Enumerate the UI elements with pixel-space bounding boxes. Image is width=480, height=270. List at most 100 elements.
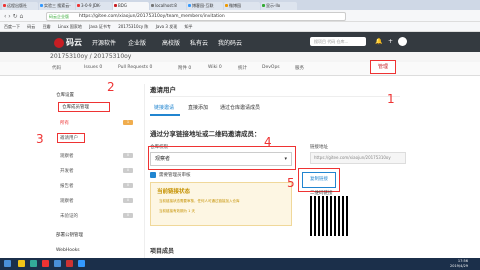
sidebar-item[interactable]: 观察者 xyxy=(60,198,74,204)
tab-favicon-icon xyxy=(40,4,43,7)
site-logo[interactable]: 码云 xyxy=(54,37,82,48)
annotation-label: 3 xyxy=(36,132,44,146)
count-badge: 0 xyxy=(123,168,133,173)
count-badge: 0 xyxy=(123,183,133,188)
link-address-field[interactable]: https://gitee.com/xiaojun/20175310oy xyxy=(310,152,406,164)
bookmark[interactable]: Java 证书专 xyxy=(89,24,111,29)
link-status-title: 当前链接状态 xyxy=(157,189,191,195)
tab-favicon-icon xyxy=(225,4,228,7)
bookmarks-bar: 百度一下 码云 豆瓣 Linux 国家地 Java 证书专 20175310cy… xyxy=(0,22,480,32)
sidebar-item[interactable]: 观察者 xyxy=(60,153,74,159)
link-status-line: 当前链接有效期为 1 天 xyxy=(159,209,195,213)
browser-tab-bar: 远程出版社 实验三 搜索云- 3-0-9 JDK- BDG localhost:… xyxy=(0,0,480,10)
review-checkbox[interactable] xyxy=(150,172,156,178)
nav-my-gitee[interactable]: 我的码云 xyxy=(218,38,242,47)
nav-private-cloud[interactable]: 私有云 xyxy=(190,38,208,47)
link-status-box: 当前链接状态 当前链接状态需要审核，任何人可通过链接加入仓库 当前链接有效期为 … xyxy=(150,182,292,226)
annotation-label: 1 xyxy=(387,92,395,106)
review-checkbox-label: 需要管理员审核 xyxy=(159,173,191,178)
browser-tab[interactable]: 微博园 xyxy=(224,2,260,10)
qr-code-image xyxy=(310,196,350,236)
subnav-manage-button[interactable]: 管理 xyxy=(370,60,396,74)
browser-tab[interactable]: 实验三 搜索云- xyxy=(39,2,75,10)
tab-favicon-icon xyxy=(3,4,6,7)
tab-favicon-icon xyxy=(151,4,154,7)
members-heading: 项目成员 xyxy=(150,248,175,255)
count-badge: 0 xyxy=(123,153,133,158)
sidebar-settings[interactable]: 仓库设置 xyxy=(56,92,74,98)
bookmark[interactable]: 豆瓣 xyxy=(43,24,51,29)
app-icon[interactable] xyxy=(42,260,49,267)
bookmark[interactable]: 知乎 xyxy=(185,24,193,29)
count-badge: 0 xyxy=(123,198,133,203)
folder-icon[interactable] xyxy=(18,260,25,267)
link-status-line: 当前链接状态需要审核，任何人可通过链接加入仓库 xyxy=(159,199,240,203)
copy-link-button[interactable]: 复制链接 xyxy=(302,172,336,188)
browser-tab[interactable]: 显示-Ilo xyxy=(261,2,297,10)
app-icon[interactable] xyxy=(66,260,73,267)
bookmark[interactable]: Java 3 发现 xyxy=(156,24,178,29)
section-title: 通过分享链接地址或二维码邀请成员： xyxy=(150,130,261,138)
nav-enterprise[interactable]: 企业版 xyxy=(128,38,146,47)
subnav-services[interactable]: 服务 xyxy=(295,65,304,71)
sidebar-item[interactable]: 开发者 xyxy=(60,168,74,174)
sidebar-item[interactable]: 未验证的 xyxy=(60,213,78,219)
subnav-pull-requests[interactable]: Pull Requests 0 xyxy=(118,65,152,70)
site-search-input[interactable]: 搜项目 代码 仓库... xyxy=(310,37,366,46)
tab-favicon-icon xyxy=(262,4,265,7)
sidebar-item-invite[interactable]: 邀请用户 xyxy=(60,135,78,141)
tab-link-invite[interactable]: 链接邀请 xyxy=(154,104,174,111)
count-badge: 1 xyxy=(123,120,133,125)
browser-tab[interactable]: 博客园-互联 xyxy=(187,2,223,10)
subnav-wiki[interactable]: Wiki 0 xyxy=(208,65,222,70)
bookmark[interactable]: 百度一下 xyxy=(4,24,20,29)
back-forward-icon[interactable]: ‹ › ↻ ⌂ xyxy=(4,13,23,20)
tab-favicon-icon xyxy=(188,4,191,7)
browser-tab[interactable]: 远程出版社 xyxy=(2,2,38,10)
bookmark[interactable]: Linux 国家地 xyxy=(58,24,82,29)
browser-tab-active[interactable]: BDG xyxy=(113,2,149,10)
tab-favicon-icon xyxy=(77,4,80,7)
divider xyxy=(150,96,400,97)
subnav-attachments[interactable]: 附件 0 xyxy=(178,65,191,71)
annotation-label: 5 xyxy=(287,176,295,190)
sidebar-deploy-keys[interactable]: 部署公钥管理 xyxy=(56,232,83,238)
bookmark[interactable]: 20175310cy 陈 xyxy=(118,24,148,29)
browser-tab[interactable]: 3-0-9 JDK- xyxy=(76,2,112,10)
annotation-label: 2 xyxy=(107,80,115,94)
permission-highlight xyxy=(148,146,296,170)
url-prefix: 码云企业版 xyxy=(49,14,69,19)
tab-repo-invite[interactable]: 通过仓库邀请成员 xyxy=(220,104,260,111)
sidebar-item[interactable]: 报告者 xyxy=(60,183,74,189)
app-icon[interactable] xyxy=(30,260,37,267)
url-input[interactable]: 码云企业版 https://gitee.com/xiaojun/20175310… xyxy=(46,12,346,21)
url-text: https://gitee.com/xiaojun/20175310oy/tea… xyxy=(79,14,225,19)
app-icon[interactable] xyxy=(78,260,85,267)
subnav-code[interactable]: 代码 xyxy=(52,65,61,71)
project-title[interactable]: 20175310oy / 20175310oy xyxy=(50,53,131,60)
active-tab-underline xyxy=(150,114,180,116)
sidebar-webhooks[interactable]: WebHooks xyxy=(56,248,80,253)
taskbar-clock[interactable]: 17:56 2019/4/29 xyxy=(450,259,468,268)
bookmark[interactable]: 码云 xyxy=(27,24,35,29)
link-address-label: 链接地址 xyxy=(310,145,328,150)
annotation-label: 4 xyxy=(264,135,272,149)
browser-icon[interactable] xyxy=(54,260,61,267)
nav-open-source[interactable]: 开源软件 xyxy=(92,38,116,47)
page-title: 邀请用户 xyxy=(150,86,176,94)
sidebar-item-all[interactable]: 所有 xyxy=(60,120,69,126)
browser-tab[interactable]: localhost:8 xyxy=(150,2,186,10)
tab-direct-add[interactable]: 直接添加 xyxy=(188,104,208,111)
notification-icon[interactable]: 🔔 xyxy=(375,38,382,45)
subnav-issues[interactable]: Issues 0 xyxy=(84,65,102,70)
nav-edu[interactable]: 高校版 xyxy=(162,38,180,47)
count-badge: 0 xyxy=(123,213,133,218)
subnav-stats[interactable]: 统计 xyxy=(238,65,247,71)
subnav-devops[interactable]: DevOps xyxy=(262,65,280,70)
avatar[interactable] xyxy=(398,37,407,46)
add-icon[interactable]: + xyxy=(388,38,393,45)
sidebar-members[interactable]: 仓库成员管理 xyxy=(62,104,89,110)
tab-favicon-icon xyxy=(114,4,117,7)
logo-icon xyxy=(54,37,64,48)
start-icon[interactable] xyxy=(4,260,11,267)
